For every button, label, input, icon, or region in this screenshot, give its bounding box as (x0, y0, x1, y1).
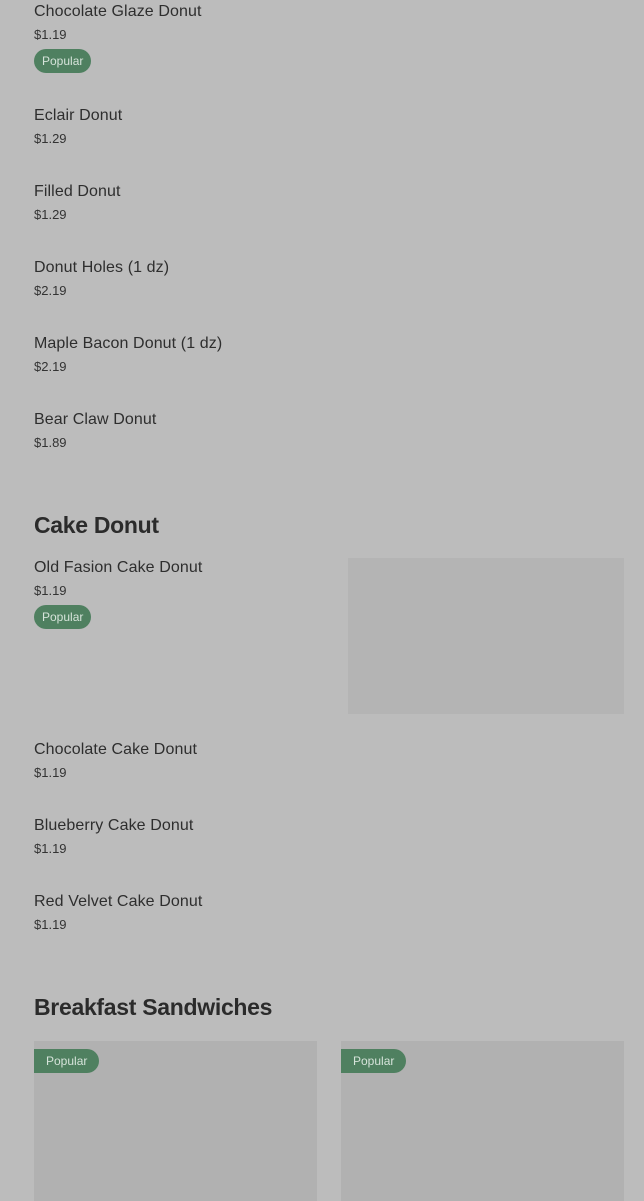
sandwich-card[interactable]: Popular (341, 1041, 624, 1201)
item-price: $1.29 (34, 131, 67, 146)
item-name: Red Velvet Cake Donut (34, 893, 203, 910)
item-price: $1.19 (34, 583, 67, 598)
menu-list: Chocolate Glaze Donut $1.19 Popular Ecla… (0, 0, 644, 1201)
item-name: Chocolate Cake Donut (34, 741, 197, 758)
menu-item-chocolate-cake-donut[interactable]: Chocolate Cake Donut $1.19 (34, 740, 334, 781)
item-name: Old Fasion Cake Donut (34, 559, 203, 576)
item-price: $1.19 (34, 841, 67, 856)
popular-badge: Popular (34, 49, 92, 73)
section-title-breakfast-sandwiches: Breakfast Sandwiches (34, 994, 273, 1020)
item-name: Donut Holes (1 dz) (34, 259, 170, 276)
item-name: Maple Bacon Donut (1 dz) (34, 335, 223, 352)
item-name: Bear Claw Donut (34, 411, 157, 428)
item-price: $1.89 (34, 435, 67, 450)
section-title-cake-donut: Cake Donut (34, 512, 159, 538)
item-name: Chocolate Glaze Donut (34, 3, 202, 20)
menu-item-maple-bacon-donut[interactable]: Maple Bacon Donut (1 dz) $2.19 (34, 334, 334, 375)
popular-badge: Popular (34, 1049, 100, 1073)
menu-item-eclair-donut[interactable]: Eclair Donut $1.29 (34, 106, 334, 147)
popular-badge: Popular (341, 1049, 407, 1073)
popular-badge: Popular (34, 605, 92, 629)
item-price: $2.19 (34, 283, 67, 298)
menu-item-chocolate-glaze-donut[interactable]: Chocolate Glaze Donut $1.19 Popular (34, 2, 334, 73)
item-price: $1.29 (34, 207, 67, 222)
menu-item-blueberry-cake-donut[interactable]: Blueberry Cake Donut $1.19 (34, 816, 334, 857)
item-name: Eclair Donut (34, 107, 123, 124)
item-name: Filled Donut (34, 183, 121, 200)
item-price: $1.19 (34, 27, 67, 42)
item-image-placeholder[interactable] (348, 558, 624, 714)
item-price: $1.19 (34, 765, 67, 780)
sandwich-card[interactable]: Popular (34, 1041, 317, 1201)
item-price: $2.19 (34, 359, 67, 374)
item-price: $1.19 (34, 917, 67, 932)
menu-item-bear-claw-donut[interactable]: Bear Claw Donut $1.89 (34, 410, 334, 451)
item-name: Blueberry Cake Donut (34, 817, 194, 834)
menu-item-old-fasion-cake-donut[interactable]: Old Fasion Cake Donut $1.19 Popular (34, 558, 334, 629)
menu-item-filled-donut[interactable]: Filled Donut $1.29 (34, 182, 334, 223)
menu-item-donut-holes[interactable]: Donut Holes (1 dz) $2.19 (34, 258, 334, 299)
menu-item-red-velvet-cake-donut[interactable]: Red Velvet Cake Donut $1.19 (34, 892, 334, 933)
